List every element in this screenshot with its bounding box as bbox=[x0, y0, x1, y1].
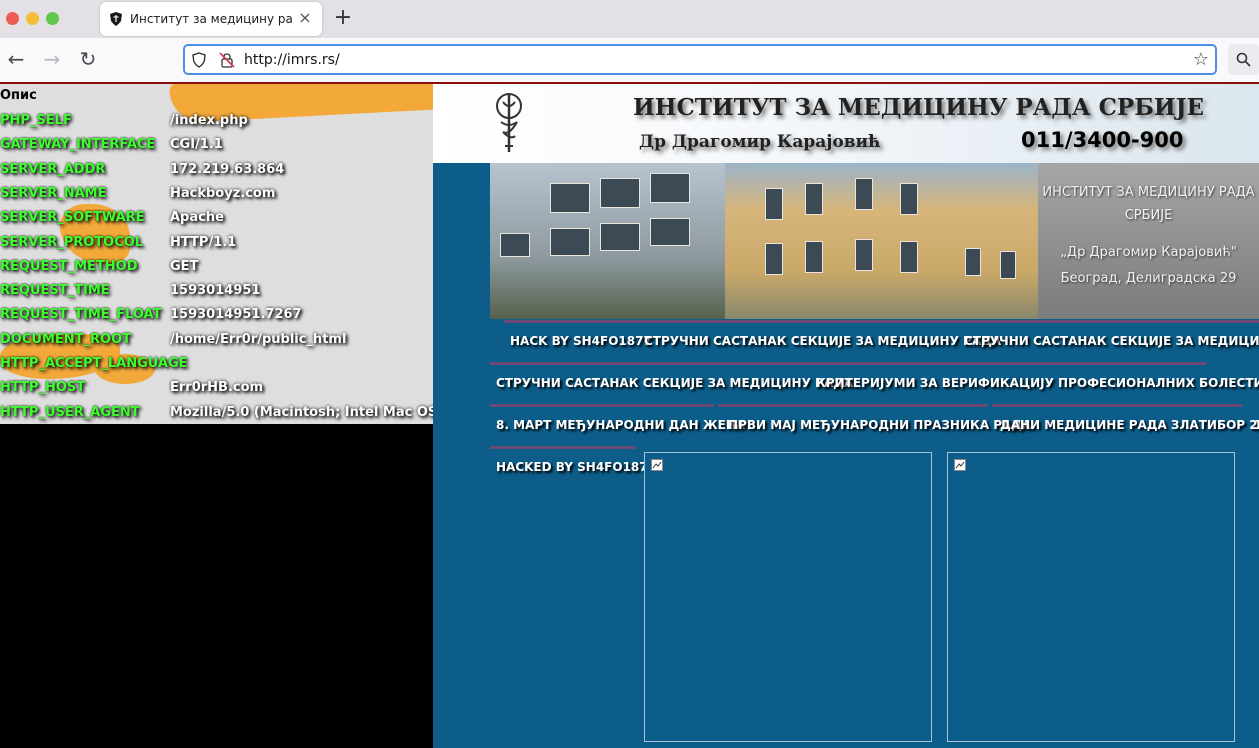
new-tab-icon[interactable]: + bbox=[333, 7, 353, 29]
server-variable-value: 1593014951.7267 bbox=[170, 307, 302, 323]
tab-close-icon[interactable]: × bbox=[296, 9, 314, 27]
server-variable-value: /index.php bbox=[170, 113, 248, 128]
server-variable-key: REQUEST_TIME_FLOAT bbox=[0, 307, 162, 323]
server-variable-key: SERVER_SOFTWARE bbox=[0, 210, 145, 226]
menu-row: HACK BY SH4FO1877 СТРУЧНИ САСТАНАК СЕКЦИ… bbox=[490, 320, 1259, 360]
url-text[interactable]: http://imrs.rs/ bbox=[244, 52, 340, 68]
menu-item-meeting-1[interactable]: СТРУЧНИ САСТАНАК СЕКЦИЈЕ ЗА МЕДИЦИНУ РАД… bbox=[644, 334, 1001, 348]
back-arrow-icon[interactable]: ← bbox=[5, 48, 27, 70]
server-variable-key: SERVER_NAME bbox=[0, 185, 107, 201]
server-variable-key: GATEWAY_INTERFACE bbox=[0, 137, 156, 153]
tab-bar: Институт за медицину рада Ср × + bbox=[0, 0, 1259, 38]
search-button[interactable] bbox=[1228, 44, 1259, 75]
server-variable-key: SERVER_PROTOCOL bbox=[0, 234, 144, 250]
building-photo-2 bbox=[725, 163, 1038, 319]
menu-item-criteria[interactable]: КРИТЕРИЈУМИ ЗА ВЕРИФИКАЦИЈУ ПРОФЕСИОНАЛН… bbox=[816, 376, 1259, 390]
server-variable-value: HTTP/1.1 bbox=[170, 234, 237, 250]
black-background bbox=[0, 424, 433, 748]
menu-row: СТРУЧНИ САСТАНАК СЕКЦИЈЕ ЗА МЕДИЦИНУ РАД… bbox=[490, 362, 1259, 402]
server-variable-value: 1593014951 bbox=[170, 283, 261, 299]
forward-arrow-icon[interactable]: → bbox=[41, 48, 63, 70]
menu-item-womens-day[interactable]: 8. МАРТ МЕЂУНАРОДНИ ДАН ЖЕНА bbox=[496, 418, 745, 432]
navigation-bar: ← → ↻ http://imrs.rs/ ☆ bbox=[0, 38, 1259, 82]
server-variable-value: GET bbox=[170, 258, 199, 274]
server-variable-value: 172.219.63.864 bbox=[170, 161, 285, 177]
menu-row: 8. МАРТ МЕЂУНАРОДНИ ДАН ЖЕНА ПРВИ МАЈ МЕ… bbox=[490, 404, 1259, 444]
menu-item-more[interactable]: 1 bbox=[1254, 418, 1259, 432]
server-variable-row: SERVER_ADDR 172.219.63.864 bbox=[0, 158, 433, 182]
institute-logo-icon[interactable] bbox=[493, 92, 525, 154]
site-title: ИНСТИТУТ ЗА МЕДИЦИНУ РАДА СРБИЈЕ bbox=[633, 94, 1204, 121]
window-maximize-button[interactable] bbox=[46, 12, 59, 25]
tab-title: Институт за медицину рада Ср bbox=[130, 12, 292, 26]
server-variable-row: SERVER_NAME Hackboyz.com bbox=[0, 182, 433, 206]
shield-favicon-icon bbox=[110, 12, 122, 26]
sign-line: СРБИЈЕ bbox=[1124, 208, 1173, 223]
window-minimize-button[interactable] bbox=[26, 12, 39, 25]
menu-item-hacked-by[interactable]: HACKED BY SH4FO1877 bbox=[496, 460, 656, 474]
sign-line: „Др Драгомир Карајовић" bbox=[1060, 245, 1237, 260]
broken-image-icon bbox=[954, 459, 966, 471]
banner-image: ИНСТИТУТ ЗА МЕДИЦИНУ РАДА СРБИЈЕ „Др Дра… bbox=[490, 163, 1259, 319]
window-close-button[interactable] bbox=[6, 12, 19, 25]
menu-item-meeting-3[interactable]: СТРУЧНИ САСТАНАК СЕКЦИЈЕ ЗА МЕДИЦИНУ РАД… bbox=[496, 376, 853, 390]
content-box-2 bbox=[947, 452, 1235, 742]
server-variable-row: SERVER_SOFTWARE Apache bbox=[0, 206, 433, 230]
tracking-shield-icon[interactable] bbox=[191, 52, 207, 68]
server-variable-row: REQUEST_METHOD GET bbox=[0, 255, 433, 279]
site-header: ИНСТИТУТ ЗА МЕДИЦИНУ РАДА СРБИЈЕ Др Драг… bbox=[433, 84, 1259, 163]
address-bar[interactable]: http://imrs.rs/ ☆ bbox=[183, 44, 1217, 75]
broken-image-icon bbox=[651, 459, 663, 471]
server-variable-value: Err0rHB.com bbox=[170, 380, 264, 396]
server-variable-value: /home/Err0r/public_html bbox=[170, 331, 347, 347]
sign-line: Београд, Делиградска 29 bbox=[1060, 271, 1237, 286]
menu-item-hack-by[interactable]: HACK BY SH4FO1877 bbox=[510, 334, 652, 348]
server-variable-key: SERVER_ADDR bbox=[0, 161, 106, 177]
building-photo-1 bbox=[490, 163, 725, 319]
search-icon bbox=[1236, 52, 1251, 67]
server-variable-value: Hackboyz.com bbox=[170, 185, 276, 201]
site-subtitle: Др Драгомир Карајовић bbox=[639, 132, 881, 152]
server-variable-row: PHP_SELF/index.php bbox=[0, 109, 433, 133]
server-variable-key: HTTP_USER_AGENT bbox=[0, 404, 140, 420]
content-box-1 bbox=[644, 452, 932, 742]
server-variable-row: SERVER_PROTOCOL HTTP/1.1 bbox=[0, 231, 433, 255]
bookmark-star-icon[interactable]: ☆ bbox=[1193, 49, 1209, 70]
menu-row: HACKED BY SH4FO1877 bbox=[490, 446, 656, 486]
server-variable-row: GATEWAY_INTERFACE CGI/1.1 bbox=[0, 133, 433, 157]
panel-title: Опис bbox=[0, 88, 37, 103]
server-variable-key: DOCUMENT_ROOT bbox=[0, 331, 131, 347]
server-variable-value: CGI/1.1 bbox=[170, 137, 223, 153]
server-variable-row: DOCUMENT_ROOT/home/Err0r/public_html bbox=[0, 328, 433, 352]
server-info-panel: Опис PHP_SELF/index.php GATEWAY_INTERFACE… bbox=[0, 84, 433, 424]
site-phone: 011/3400-900 bbox=[1021, 128, 1184, 152]
browser-tab[interactable]: Институт за медицину рада Ср × bbox=[100, 2, 322, 36]
server-variable-value: Mozilla/5.0 (Macintosh; Intel Mac OS X bbox=[170, 404, 433, 420]
server-variable-row: HTTP_USER_AGENT Mozilla/5.0 (Macintosh; I… bbox=[0, 401, 433, 424]
menu-item-zlatibor[interactable]: ДАНИ МЕДИЦИНЕ РАДА ЗЛАТИБОР 2015 bbox=[1000, 418, 1259, 432]
server-variable-row: HTTP_ACCEPT_LANGUAGE bbox=[0, 352, 433, 376]
server-variable-key: REQUEST_METHOD bbox=[0, 258, 138, 274]
menu-item-meeting-2[interactable]: СТРУЧНИ САСТАНАК СЕКЦИЈЕ ЗА МЕДИЦИНУ РАД… bbox=[964, 334, 1259, 348]
server-variable-value: Apache bbox=[170, 210, 224, 226]
server-variable-key: HTTP_HOST bbox=[0, 380, 86, 396]
website-content: ИНСТИТУТ ЗА МЕДИЦИНУ РАДА СРБИЈЕ Др Драг… bbox=[433, 84, 1259, 748]
sign-line: ИНСТИТУТ ЗА МЕДИЦИНУ РАДА bbox=[1042, 185, 1255, 200]
server-variable-row: REQUEST_TIME 1593014951 bbox=[0, 279, 433, 303]
reload-icon[interactable]: ↻ bbox=[77, 48, 99, 70]
server-variable-row: HTTP_HOST Err0rHB.com bbox=[0, 376, 433, 400]
institute-sign-photo: ИНСТИТУТ ЗА МЕДИЦИНУ РАДА СРБИЈЕ „Др Дра… bbox=[1038, 163, 1259, 319]
menu-item-labour-day[interactable]: ПРВИ МАЈ МЕЂУНАРОДНИ ПРАЗНИКА РАДА bbox=[728, 418, 1031, 432]
insecure-lock-icon[interactable] bbox=[219, 52, 235, 68]
server-variable-key: REQUEST_TIME bbox=[0, 283, 110, 299]
server-variable-key: HTTP_ACCEPT_LANGUAGE bbox=[0, 356, 188, 371]
server-variable-row: REQUEST_TIME_FLOAT 1593014951.7267 bbox=[0, 303, 433, 327]
server-variable-key: PHP_SELF bbox=[0, 113, 72, 128]
